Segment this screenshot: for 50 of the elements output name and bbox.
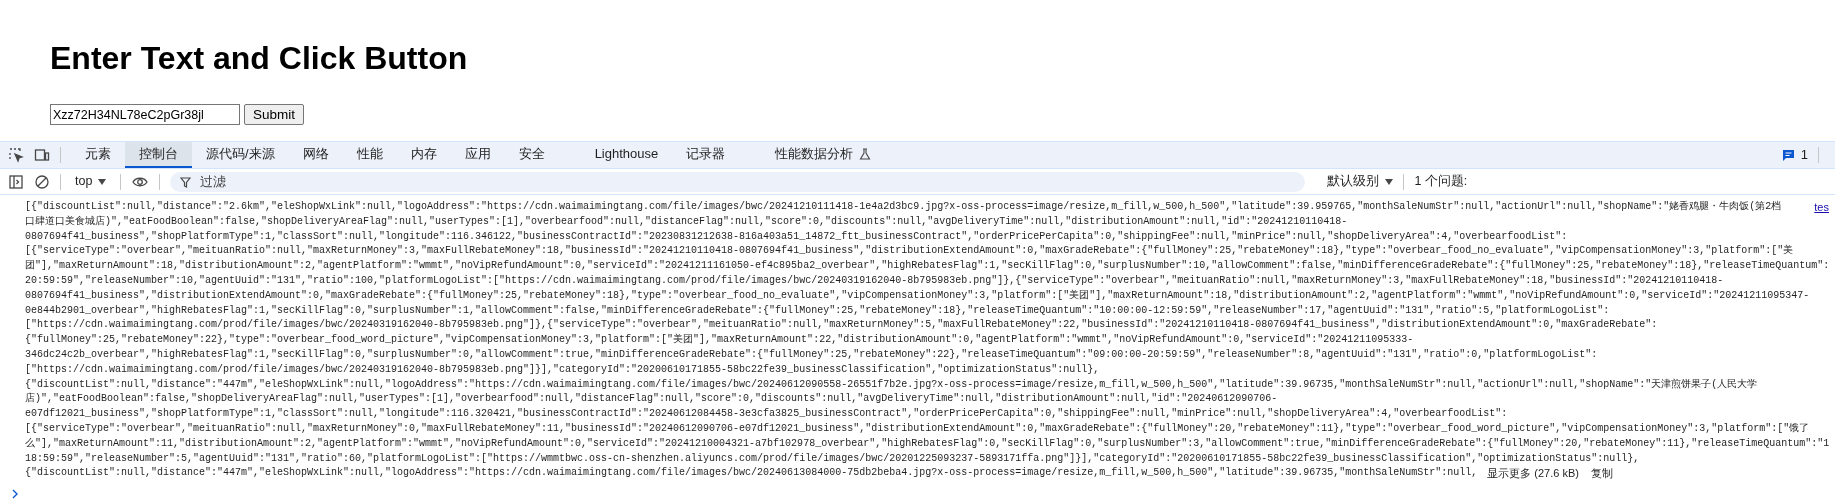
messages-count[interactable]: 1 bbox=[1781, 145, 1808, 165]
caret-icon bbox=[98, 178, 107, 185]
copy-button[interactable]: 复制 bbox=[1590, 466, 1613, 482]
console-log-line: e07df12021_business","shopPlatformType":1,"classSort":null,"longitude":116.320421,"businessContractId":"20240612084458-3e3cfa3825_businessContract","orderPricePerCapita":0,"shippingFee":null,"minPrice":null,"shopDeliveryArea":4,"overbearfoodList": bbox=[25, 407, 1508, 422]
caret-icon bbox=[1385, 178, 1394, 185]
console-log-line: [{"serviceType":"overbear","meituanRatio":null,"maxReturnMoney":3,"maxFullRebateMoney":18,"businessId":"20241210110418-0807694f41_business","distributionExtendAmount":0,"maxGradeRebate":{"fullMoney":25,"rebateMoney":18},"type":"overbear_food_no_evaluate","vipCompensationMoney":3,"platform":["美 bbox=[25, 244, 1794, 259]
level-dropdown[interactable]: 默认级别 bbox=[1327, 172, 1394, 191]
devtools-tab[interactable]: 安全 bbox=[504, 142, 559, 168]
console-log-line: 0e844b2901_overbear","highRebatesFlag":1,"secKillFlag":0,"surplusNumber":1,"allowComment":false,"minDifferenceGradeRebate":{"fullMoney":25,"rebateMoney":18},"releaseTimeQuantum":"10:00:00-12:59:59","releaseNumber":17,"agentUuid":"131","ratio":5,"platformLogoList": bbox=[25, 303, 1610, 318]
console-prompt-icon bbox=[11, 489, 19, 500]
devtools-tab[interactable]: 元素 bbox=[71, 142, 125, 168]
console-log-line: [{"serviceType":"overbear","meituanRatio":null,"maxReturnMoney":0,"maxFullRebateMoney":11,"businessId":"20240612090706-e07df12021_business","distributionExtendAmount":0,"maxGradeRebate":{"fullMoney":20,"rebateMoney":11},"type":"overbear_food_word_picture","vipCompensationMoney":3,"platform":["饿了 bbox=[25, 421, 1810, 436]
console-log-line: {"discountList":null,"distance":"447m","eleShopWxLink":null,"logoAddress":"https://cdn.waimaimingtang.com/file/images/bwc/20240612090558-26551f7b2e.jpg?x-oss-process=image/resize,m_fill,w_500,h_500","latitude":39.96735,"monthSaleNumStr":null,"actionUrl":null,"shopName":"天津煎饼果子(人民大学 bbox=[25, 377, 1758, 392]
sidebar-toggle-icon[interactable] bbox=[8, 173, 24, 190]
devtools-tab[interactable]: Lighthouse bbox=[580, 142, 673, 168]
inspect-icon[interactable] bbox=[8, 147, 24, 163]
show-more-button[interactable]: 显示更多 (27.6 kB) bbox=[1487, 466, 1579, 482]
devtools-tab[interactable]: 内存 bbox=[396, 142, 451, 168]
filter-field[interactable]: 过滤 bbox=[170, 171, 1306, 192]
message-icon bbox=[1781, 148, 1795, 162]
page-heading: Enter Text and Click Button bbox=[50, 39, 468, 78]
console-log-line: 口肆道口美食城店)","eatFoodBoolean":false,"shopDeliveryAreaFlag":null,"userTypes":[1],"overbearfood":null,"distanceFlag":null,"score":0,"discounts":null,"avgDeliveryTime":null,"distributionAmount":null,"id":"20241210110418- bbox=[25, 214, 1348, 229]
devtools-tab[interactable]: 性能 bbox=[342, 142, 397, 168]
console-log-line: 20:59:59","releaseNumber":10,"agentUuid":"131","ratio":100,"platformLogoList":["https://cdn.waimaimingtang.com/prod/file/images/bwc/20240319162040-8b795983eb.png"]},{"serviceType":"overbear","meituanRatio":null,"maxReturnMoney":3,"maxFullRebateMoney":18,"businessId":"20241210110418- bbox=[25, 274, 1724, 288]
console-log-line: 么"],"maxReturnAmount":11,"distributionAmount":2,"agentPlatform":"wmmt","noVipRefundAmount":0,"serviceId":"20241210004321-a7bf102978_overbear","highRebatesFlag":0,"secKillFlag":0,"surplusNumber":3,"allowComment":true,"minDifferenceGradeRebate":{"fullMoney":20,"rebateMoney":11},"releaseTimeQuantum":"1 bbox=[25, 436, 1830, 451]
console-log-line: 0807694f41_business","shopPlatformType":1,"classSort":null,"longitude":116.346122,"businessContractId":"20230831212638-816a403a51_14872_ftt_businessContract","orderPricePerCapita":0,"shippingFee":null,"minPrice":null,"shopDeliveryArea":4,"overbearfoodList": bbox=[25, 229, 1568, 244]
context-dropdown[interactable]: top bbox=[71, 172, 111, 191]
devtools-tab[interactable]: 源代码/来源 bbox=[192, 142, 289, 168]
source-link[interactable]: tes bbox=[1814, 200, 1829, 215]
console-log-line: 团"],"maxReturnAmount":18,"distributionAmount":2,"agentPlatform":"wmmt","noVipRefundAmount":0,"serviceId":"20241211161050-ef4c895ba2_overbear","highRebatesFlag":1,"secKillFlag":0,"surplusNumber":10,"allowComment":false,"minDifferenceGradeRebate":{"fullMoney":25,"rebateMoney":18},"releaseTimeQuantum": bbox=[25, 259, 1830, 274]
console-log-line: 0807694f41_business","distributionExtendAmount":0,"maxGradeRebate":{"fullMoney":25,"rebateMoney":18},"type":"overbear_food_no_evaluate","vipCompensationMoney":3,"platform":["美团"],"maxReturnAmount":18,"distributionAmount":2,"agentPlatform":"wmmt","noVipRefundAmount":0,"serviceId":"20241211095347- bbox=[25, 288, 1810, 303]
console-log-line: [{"discountList":null,"distance":"2.6km","eleShopWxLink":null,"logoAddress":"https://cdn.waimaimingtang.com/file/images/bwc/20241210111418-1e4a2d3bc9.jpg?x-oss-process=image/resize,m_fill,w_500,h_500","latitude":39.959765,"monthSaleNumStr":null,"actionUrl":null,"shopName":"姥香鸡腿・牛肉饭(第2档 bbox=[25, 200, 1782, 214]
devtools-tab[interactable]: 性能数据分析 bbox=[761, 142, 886, 168]
filter-icon bbox=[180, 176, 192, 188]
console-log-line: ["https://cdn.waimaimingtang.com/prod/file/images/bwc/20240319162040-8b795983eb.png"]},{"serviceType":"overbear","meituanRatio":null,"maxReturnMoney":5,"maxFullRebateMoney":22,"businessId":"20241210110418-0807694f41_business","distributionExtendAmount":0,"maxGradeRebate": bbox=[25, 318, 1658, 333]
console-log-line: {"fullMoney":25,"rebateMoney":22},"type":"overbear_food_word_picture","vipCompensationMoney":3,"platform":["美团"],"maxReturnAmount":22,"distributionAmount":0,"agentPlatform":"wmmt","noVipRefundAmount":0,"serviceId":"20241211095333- bbox=[25, 333, 1414, 348]
console-log-line: 346dc24c2b_overbear","highRebatesFlag":1,"secKillFlag":0,"surplusNumber":0,"allowComment":true,"minDifferenceGradeRebate":{"fullMoney":25,"rebateMoney":22},"releaseTimeQuantum":"09:00:00-20:59:59","releaseNumber":8,"agentUuid":"131","ratio":0,"platformLogoList": bbox=[25, 347, 1598, 362]
console-log-line: 18:59:59","releaseNumber":5,"agentUuid":"131","ratio":60,"platformLogoList":["https://wmmtbwc.oss-cn-shenzhen.aliyuncs.com/prod/file/images/bwc/20201225093237-5893171ffa.png"]}],"categoryId":"20200610171855-58bc22fe39_businessClassification","optimizationStatus":null}, bbox=[25, 451, 1640, 466]
console-log-line: {"discountList":null,"distance":"447m","eleShopWxLink":null,"logoAddress":"https://cdn.waimaimingtang.com/file/images/bwc/20240613084000-75db2beba4.jpg?x-oss-process=image/resize,m_fill,w_500,h_500","latitude":39.96735,"monthSaleNumStr":null, bbox=[25, 466, 1478, 481]
issues-count[interactable]: 1 个问题: bbox=[1414, 172, 1468, 191]
devtools-tab[interactable]: 记录器 bbox=[672, 142, 740, 168]
submit-button[interactable]: Submit bbox=[244, 104, 305, 125]
device-toolbar-icon[interactable] bbox=[34, 147, 50, 163]
devtools-tab[interactable]: 控制台 bbox=[125, 142, 192, 168]
clear-icon[interactable] bbox=[34, 173, 50, 190]
devtools-tab[interactable]: 应用 bbox=[450, 142, 505, 168]
devtools-tab[interactable]: 网络 bbox=[288, 142, 343, 168]
console-log-line: 店)","eatFoodBoolean":false,"shopDeliveryAreaFlag":null,"userTypes":[1],"overbearfood":null,"distanceFlag":null,"score":0,"discounts":null,"avgDeliveryTime":null,"distributionAmount":null,"id":"20240612090706- bbox=[25, 392, 1278, 407]
console-log-line: ["https://cdn.waimaimingtang.com/prod/file/images/bwc/20240319162040-8b795983eb.png"]}],"categoryId":"20200610171855-58bc22fe39_businessClassification","optimizationStatus":null}, bbox=[25, 362, 1100, 377]
text-input[interactable]: Xzz72H34NL78eC2pGr38jl bbox=[50, 104, 240, 125]
